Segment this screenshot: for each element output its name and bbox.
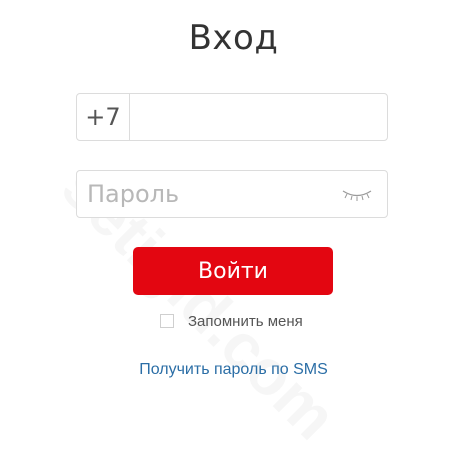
phone-prefix: +7: [77, 94, 130, 140]
eye-closed-icon[interactable]: [341, 186, 373, 202]
phone-field[interactable]: +7: [76, 93, 388, 141]
remember-me-label: Запомнить меня: [188, 312, 303, 330]
remember-me[interactable]: Запомнить меня: [160, 312, 303, 330]
sms-password-link[interactable]: Получить пароль по SMS: [0, 361, 467, 379]
page-title: Вход: [188, 18, 279, 58]
password-field[interactable]: [76, 170, 388, 218]
password-input[interactable]: [77, 171, 337, 217]
login-button[interactable]: Войти: [133, 247, 333, 295]
phone-input[interactable]: [131, 94, 381, 140]
remember-me-checkbox[interactable]: [160, 314, 174, 328]
